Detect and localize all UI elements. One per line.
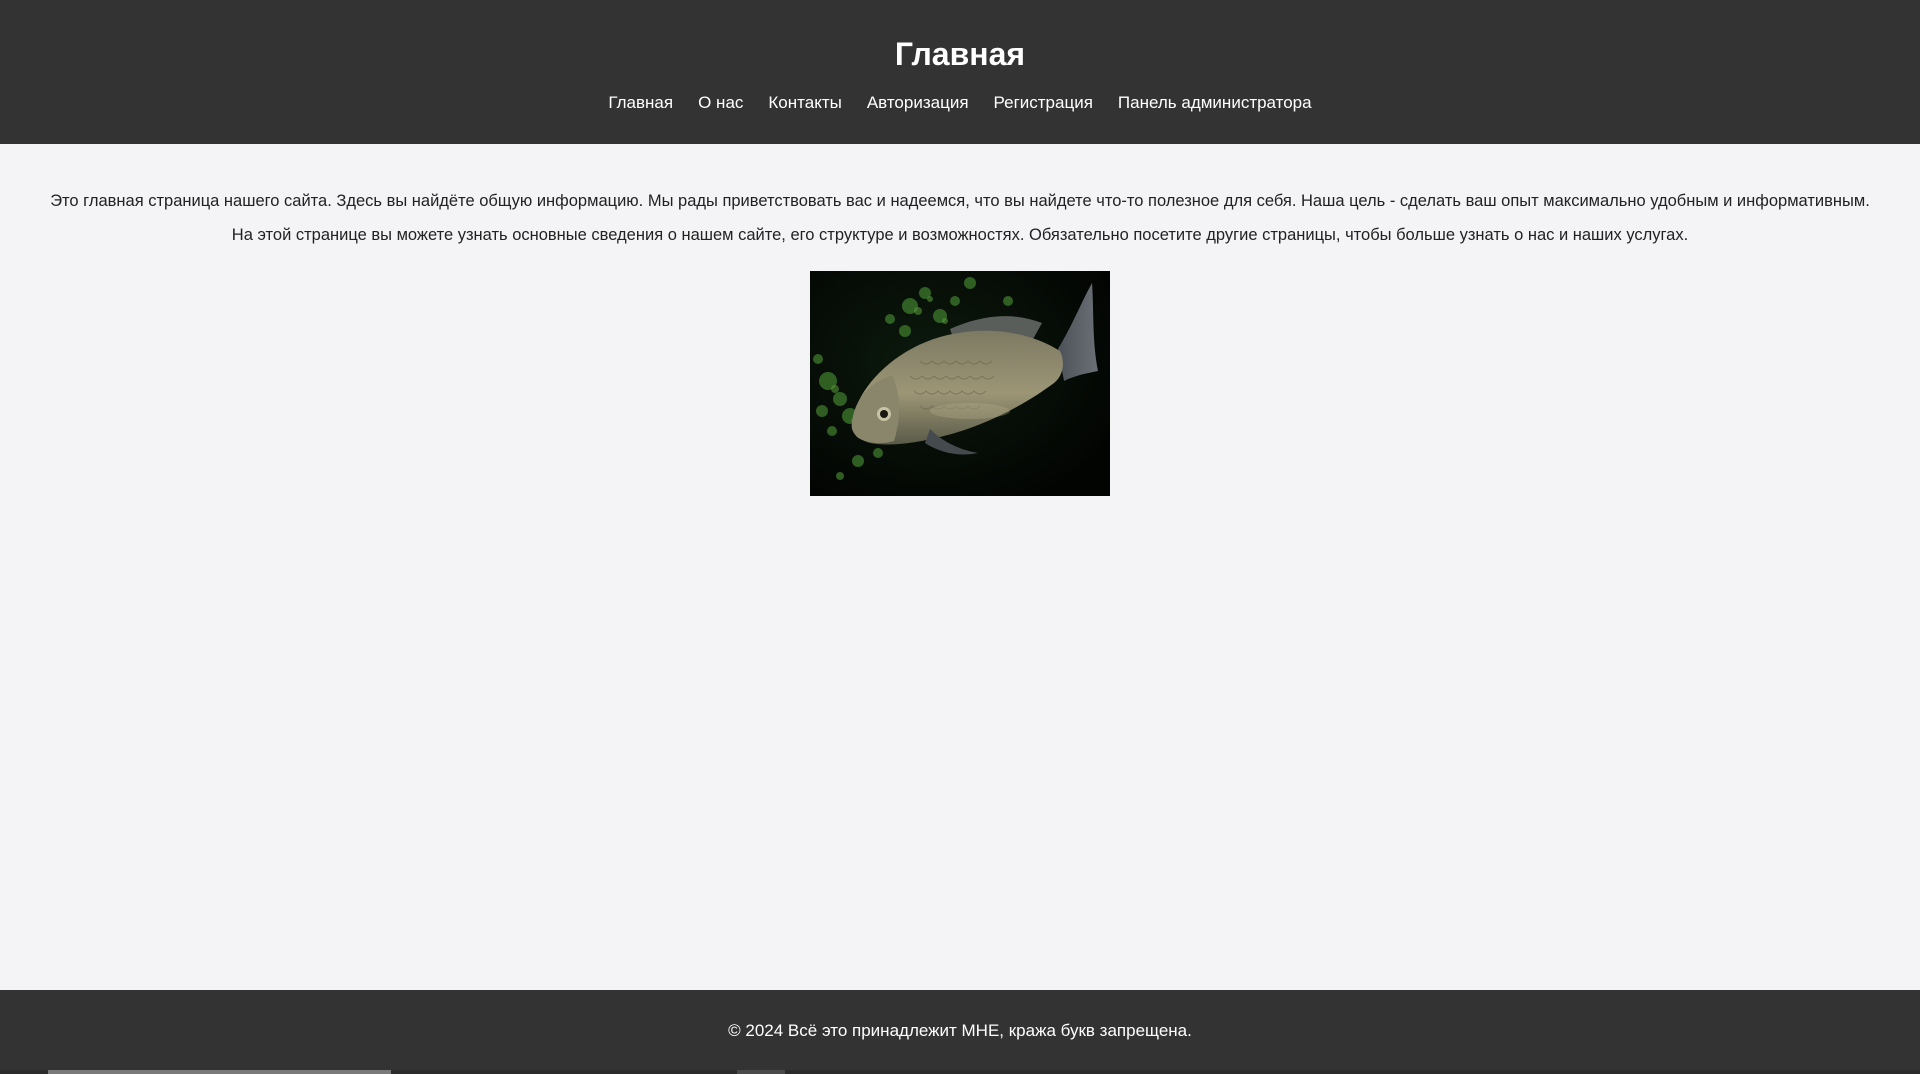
fish-photo — [810, 271, 1110, 496]
site-footer: © 2024 Всё это принадлежит МНЕ, кража бу… — [0, 990, 1920, 1074]
scrollbar-thumb[interactable] — [48, 1070, 391, 1074]
nav-link-about[interactable]: О нас — [698, 92, 743, 114]
nav-link-home[interactable]: Главная — [608, 92, 673, 114]
details-paragraph: На этой странице вы можете узнать основн… — [231, 226, 1689, 244]
nav-link-admin-panel[interactable]: Панель администратора — [1118, 92, 1312, 114]
page-title: Главная — [894, 36, 1026, 72]
nav-link-contacts[interactable]: Контакты — [768, 92, 841, 114]
main-nav: Главная О нас Контакты Авторизация Регис… — [0, 92, 1920, 114]
horizontal-scrollbar[interactable] — [0, 1070, 1920, 1074]
scrollbar-segment — [737, 1070, 785, 1074]
intro-paragraph: Это главная страница нашего сайта. Здесь… — [50, 192, 1870, 210]
nav-link-register[interactable]: Регистрация — [994, 92, 1093, 114]
copyright-text: © 2024 Всё это принадлежит МНЕ, кража бу… — [728, 1021, 1192, 1040]
nav-link-login[interactable]: Авторизация — [867, 92, 969, 114]
site-header: Главная Главная О нас Контакты Авторизац… — [0, 0, 1920, 144]
